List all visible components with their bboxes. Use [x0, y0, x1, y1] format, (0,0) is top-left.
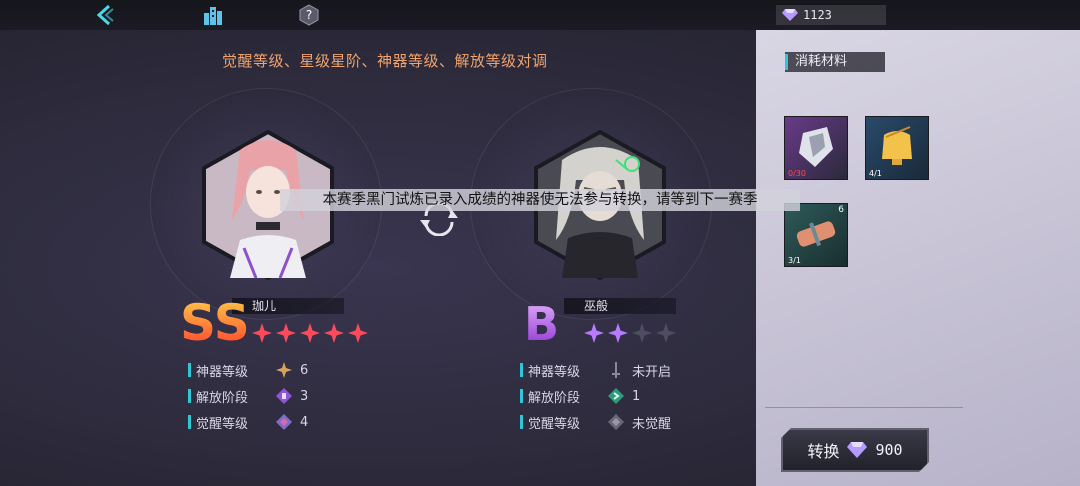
stat-label: 解放阶段 [196, 390, 249, 406]
right-grade-badge: B [524, 297, 559, 344]
material-count: 0/30 [788, 169, 806, 178]
swap-instruction: 觉醒等级、星级星阶、神器等级、解放等级对调 [222, 52, 548, 70]
star-filled-icon [276, 323, 296, 343]
material-count: 4/1 [869, 169, 882, 178]
left-grade-badge: SS [180, 296, 250, 344]
left-stat-awaken: 觉醒等级 4 [188, 412, 308, 432]
right-stat-liberation: 解放阶段 1 [520, 386, 640, 406]
star-filled-icon [324, 323, 344, 343]
currency-display: 1123 [776, 5, 886, 25]
help-button[interactable]: ? [284, 0, 334, 30]
top-bar: ? 1123 [0, 0, 1080, 30]
material-item-crystal[interactable]: 0/30 [784, 116, 848, 180]
right-character-name-bar: 巫般 [564, 298, 676, 314]
convert-label: 转换 [807, 442, 840, 461]
awaken-icon [606, 413, 626, 431]
toast-message: 本赛季黑门试炼已录入成绩的神器使无法参与转换，请等到下一赛季 [280, 189, 800, 211]
star-filled-icon [300, 323, 320, 343]
city-icon [204, 7, 222, 25]
stat-value: 3 [300, 388, 309, 404]
stat-value: 4 [300, 414, 309, 430]
left-grade-text: SS [180, 296, 250, 344]
star-empty-icon [632, 323, 652, 343]
left-stat-liberation: 解放阶段 3 [188, 386, 308, 406]
convert-cost: 900 [875, 441, 903, 459]
panel-divider [765, 407, 963, 408]
right-stat-awaken: 觉醒等级 未觉醒 [520, 412, 671, 432]
star-filled-icon [584, 323, 604, 343]
left-character-name: 珈儿 [252, 299, 277, 313]
artifact-icon [274, 361, 294, 379]
stat-label: 觉醒等级 [196, 416, 249, 432]
back-button[interactable] [80, 0, 130, 30]
stat-value: 未开启 [632, 364, 672, 380]
liberation-icon [606, 387, 626, 405]
stat-label: 神器等级 [528, 364, 581, 380]
awaken-icon [274, 413, 294, 431]
stat-value: 未觉醒 [632, 416, 672, 432]
star-empty-icon [656, 323, 676, 343]
right-grade-text: B [524, 297, 559, 344]
stat-label: 解放阶段 [528, 390, 581, 406]
diamond-icon [847, 442, 867, 458]
material-item-bell[interactable]: 4/1 [865, 116, 929, 180]
stat-value: 1 [632, 388, 641, 404]
stat-label: 觉醒等级 [528, 416, 581, 432]
star-filled-icon [348, 323, 368, 343]
left-star-rating [252, 323, 368, 343]
star-filled-icon [252, 323, 272, 343]
svg-text:?: ? [306, 8, 312, 22]
materials-title: 消耗材料 [785, 52, 885, 72]
right-character-name: 巫般 [584, 299, 609, 313]
currency-value: 1123 [803, 8, 832, 22]
sword-icon [606, 361, 626, 379]
diamond-icon [782, 9, 798, 21]
material-count: 3/1 [788, 256, 801, 265]
stat-label: 神器等级 [196, 364, 249, 380]
right-stat-artifact: 神器等级 未开启 [520, 360, 671, 380]
home-button[interactable] [188, 0, 238, 30]
liberation-icon [274, 387, 294, 405]
help-icon: ? [299, 4, 319, 26]
right-star-rating [584, 323, 676, 343]
convert-button[interactable]: 转换 900 [781, 428, 929, 472]
chevron-left-icon [96, 4, 114, 26]
material-item-scroll[interactable]: 6 3/1 [784, 203, 848, 267]
left-stat-artifact: 神器等级 6 [188, 360, 308, 380]
stat-value: 6 [300, 362, 309, 378]
material-badge: 6 [838, 205, 844, 215]
star-filled-icon [608, 323, 628, 343]
